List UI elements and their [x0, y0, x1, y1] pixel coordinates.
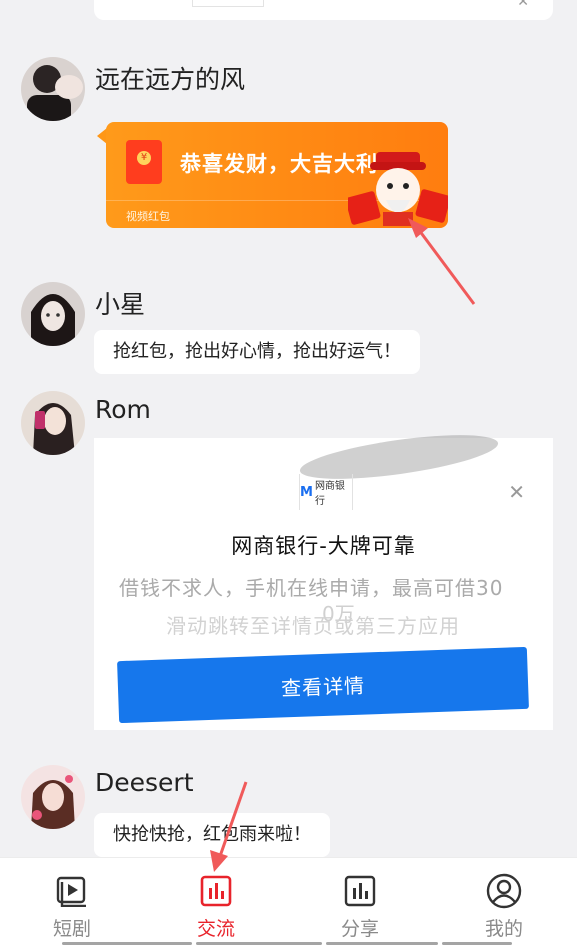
user-profile-icon — [484, 873, 524, 909]
divider — [62, 942, 192, 945]
tab-label: 我的 — [484, 918, 523, 940]
avatar[interactable] — [21, 765, 85, 829]
avatar[interactable] — [21, 391, 85, 455]
view-details-button[interactable]: 查看详情 — [117, 646, 529, 724]
divider — [196, 942, 322, 945]
close-icon[interactable]: ✕ — [517, 0, 529, 10]
divider — [442, 942, 512, 945]
tab-share[interactable]: 分享 — [288, 858, 432, 948]
bottom-tab-bar: 短剧 交流 分享 我的 — [0, 857, 577, 948]
god-of-wealth-icon — [348, 152, 448, 226]
top-ad-card-fragment: ✕ — [94, 0, 553, 20]
username: 远在远方的风 — [95, 65, 246, 94]
ad-description: 借钱不求人，手机在线申请，最高可借30 — [119, 576, 504, 600]
bank-logo: M 网商银行 — [299, 474, 353, 510]
tab-label: 交流 — [196, 918, 235, 940]
tab-label: 分享 — [340, 918, 379, 940]
username: Deesert — [95, 768, 194, 797]
video-red-packet[interactable]: ¥ 恭喜发财，大吉大利 视频红包 — [106, 122, 448, 228]
tab-chat[interactable]: 交流 — [144, 858, 288, 948]
tab-me[interactable]: 我的 — [432, 858, 576, 948]
ad-title: 网商银行-大牌可靠 — [231, 534, 416, 558]
red-packet-label: 视频红包 — [126, 210, 170, 223]
bar-chart-icon — [340, 873, 380, 909]
ad-card[interactable]: M 网商银行 ✕ 网商银行-大牌可靠 借钱不求人，手机在线申请，最高可借30 0… — [94, 426, 553, 730]
username: 小星 — [95, 290, 146, 319]
close-icon[interactable]: ✕ — [508, 480, 525, 504]
bank-logo-text: 网商银行 — [314, 481, 345, 507]
ad-logo-fragment — [192, 0, 264, 7]
play-video-icon — [52, 873, 92, 909]
bank-logo-icon: M — [300, 484, 313, 500]
username: Rom — [95, 395, 151, 424]
ad-hint: 滑动跳转至详情页或第三方应用 — [166, 614, 460, 638]
tab-label: 短剧 — [52, 918, 91, 940]
message-bubble: 抢红包，抢出好心情，抢出好运气！ — [94, 330, 420, 374]
red-envelope-icon: ¥ — [126, 140, 162, 184]
avatar[interactable] — [21, 282, 85, 346]
bar-chart-icon — [196, 873, 236, 909]
tab-short-drama[interactable]: 短剧 — [0, 858, 144, 948]
avatar[interactable] — [21, 57, 85, 121]
divider — [326, 942, 438, 945]
message-bubble: 快抢快抢，红包雨来啦！ — [94, 813, 330, 857]
